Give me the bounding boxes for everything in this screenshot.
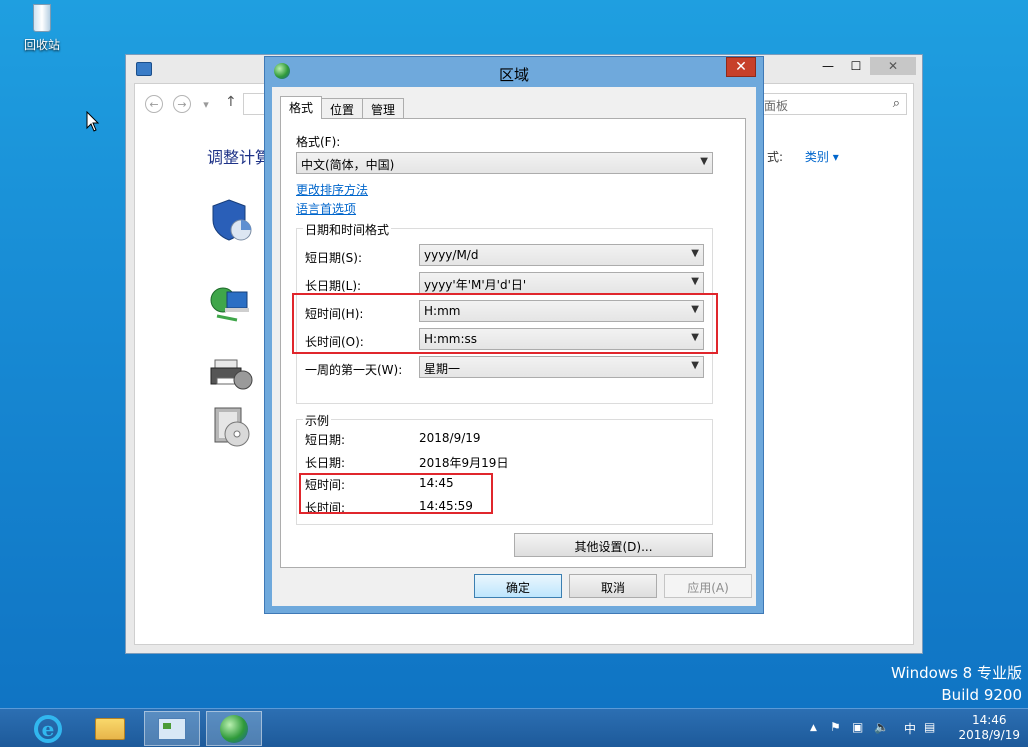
tab-administrative[interactable]: 管理 bbox=[362, 98, 405, 118]
additional-settings-button[interactable]: 其他设置(D)... bbox=[514, 533, 713, 557]
close-button[interactable]: ✕ bbox=[870, 57, 916, 75]
search-placeholder: 面板 bbox=[764, 99, 789, 113]
search-icon[interactable]: ⌕ bbox=[893, 96, 900, 111]
printer-icon[interactable] bbox=[207, 348, 255, 396]
time-formats-highlight bbox=[292, 293, 718, 354]
shield-icon[interactable] bbox=[207, 196, 255, 244]
recycle-bin-label: 回收站 bbox=[23, 38, 60, 52]
action-center-icon[interactable]: ▤ bbox=[924, 720, 935, 734]
example-short-date-label: 短日期: bbox=[305, 433, 346, 447]
chevron-down-icon: ▼ bbox=[700, 156, 708, 167]
language-preferences-link[interactable]: 语言首选项 bbox=[296, 200, 356, 217]
format-dropdown[interactable]: 中文(简体，中国) ▼ bbox=[296, 152, 713, 174]
region-dialog: 区域 ✕ 格式 位置 管理 格式(F): 中文(简体，中国) ▼ 更改排序方法 … bbox=[264, 56, 764, 614]
dialog-titlebar[interactable]: 区域 ✕ bbox=[265, 57, 763, 87]
recycle-bin-icon bbox=[27, 0, 57, 34]
apply-button[interactable]: 应用(A) bbox=[664, 574, 752, 598]
view-by-label: 式: bbox=[767, 150, 784, 164]
chevron-down-icon: ▼ bbox=[691, 276, 699, 287]
volume-icon[interactable]: 🔈 bbox=[874, 720, 889, 734]
network-status-icon[interactable]: ▣ bbox=[852, 720, 863, 734]
example-long-date-label: 长日期: bbox=[305, 456, 346, 470]
long-date-value: yyyy'年'M'月'd'日' bbox=[424, 278, 527, 292]
back-button[interactable]: ← bbox=[145, 95, 163, 113]
first-day-of-week-label: 一周的第一天(W): bbox=[305, 363, 403, 377]
example-times-highlight bbox=[299, 473, 493, 514]
ok-button[interactable]: 确定 bbox=[474, 574, 562, 598]
flag-icon[interactable]: ⚑ bbox=[830, 720, 841, 734]
datetime-group-legend: 日期和时间格式 bbox=[303, 221, 392, 238]
page-title: 调整计算 bbox=[207, 148, 272, 167]
examples-group-legend: 示例 bbox=[303, 412, 332, 429]
view-by-dropdown[interactable]: 类别 ▾ bbox=[805, 150, 839, 164]
long-date-label: 长日期(L): bbox=[305, 279, 362, 293]
chevron-down-icon: ▼ bbox=[691, 360, 699, 371]
short-date-dropdown[interactable]: yyyy/M/d ▼ bbox=[419, 244, 704, 266]
minimize-button[interactable]: — bbox=[814, 57, 842, 75]
windows-version-watermark: Windows 8 专业版 Build 9200 bbox=[891, 662, 1022, 706]
recent-locations-icon[interactable]: ▾ bbox=[197, 95, 215, 113]
control-panel-app-icon bbox=[136, 62, 152, 76]
taskbar-ie[interactable]: e bbox=[20, 711, 76, 746]
up-button[interactable]: ↑ bbox=[225, 94, 237, 110]
ie-icon: e bbox=[34, 714, 62, 743]
short-date-value: yyyy/M/d bbox=[424, 248, 479, 262]
chevron-down-icon: ▼ bbox=[691, 248, 699, 259]
maximize-button[interactable]: ☐ bbox=[842, 57, 870, 75]
region-globe-icon bbox=[220, 714, 248, 743]
example-short-date-value: 2018/9/19 bbox=[419, 431, 481, 445]
view-by: 式: 类别 ▾ bbox=[767, 148, 839, 165]
taskbar: e ▲ ⚑ ▣ 🔈 中 ▤ 14:46 2018/9/19 bbox=[0, 708, 1028, 747]
cancel-button[interactable]: 取消 bbox=[569, 574, 657, 598]
dialog-close-button[interactable]: ✕ bbox=[726, 57, 756, 77]
taskbar-file-explorer[interactable] bbox=[82, 711, 138, 746]
taskbar-region[interactable] bbox=[206, 711, 262, 746]
tab-strip: 格式 位置 管理 bbox=[280, 96, 405, 119]
long-date-dropdown[interactable]: yyyy'年'M'月'd'日' ▼ bbox=[419, 272, 704, 294]
format-label: 格式(F): bbox=[296, 135, 341, 149]
format-value: 中文(简体，中国) bbox=[301, 158, 395, 172]
control-panel-icon bbox=[158, 717, 186, 740]
watermark-edition: Windows 8 专业版 bbox=[890, 664, 1022, 682]
clock-time: 14:46 bbox=[971, 713, 1007, 727]
show-hidden-icons-icon[interactable]: ▲ bbox=[810, 723, 817, 733]
first-day-of-week-value: 星期一 bbox=[424, 362, 461, 376]
example-long-date-value: 2018年9月19日 bbox=[419, 456, 509, 470]
programs-icon[interactable] bbox=[207, 404, 255, 452]
network-icon[interactable] bbox=[207, 280, 255, 328]
clock-date: 2018/9/19 bbox=[958, 728, 1020, 742]
recycle-bin[interactable]: 回收站 bbox=[16, 0, 68, 53]
mouse-cursor-icon bbox=[86, 111, 100, 132]
search-box[interactable]: 面板 ⌕ bbox=[763, 93, 907, 115]
short-date-label: 短日期(S): bbox=[305, 251, 363, 265]
system-clock[interactable]: 14:46 2018/9/19 bbox=[958, 713, 1020, 743]
dialog-body: 格式 位置 管理 格式(F): 中文(简体，中国) ▼ 更改排序方法 语言首选项… bbox=[272, 87, 756, 606]
tab-location[interactable]: 位置 bbox=[321, 98, 364, 118]
taskbar-control-panel[interactable] bbox=[144, 711, 200, 746]
watermark-build: Build 9200 bbox=[941, 686, 1022, 704]
first-day-of-week-dropdown[interactable]: 星期一 ▼ bbox=[419, 356, 704, 378]
file-explorer-icon bbox=[95, 717, 125, 740]
dialog-title: 区域 bbox=[498, 66, 529, 84]
forward-button[interactable]: → bbox=[173, 95, 191, 113]
change-sorting-link[interactable]: 更改排序方法 bbox=[296, 181, 368, 198]
ime-indicator[interactable]: 中 bbox=[904, 720, 916, 737]
tab-format[interactable]: 格式 bbox=[280, 96, 323, 119]
format-tab-panel: 格式(F): 中文(简体，中国) ▼ 更改排序方法 语言首选项 日期和时间格式 … bbox=[280, 118, 746, 568]
